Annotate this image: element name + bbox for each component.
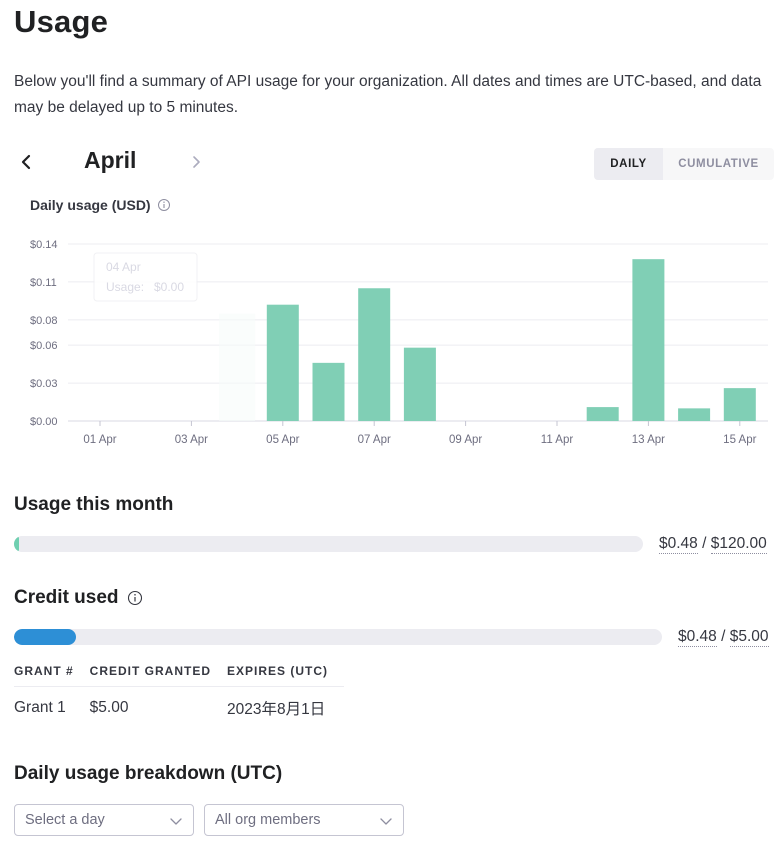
- breakdown-heading: Daily usage breakdown (UTC): [14, 763, 283, 784]
- daily-toggle-button[interactable]: DAILY: [594, 148, 663, 180]
- usage-separator: /: [702, 535, 707, 552]
- y-tick-label: $0.03: [30, 378, 58, 390]
- chart-bar[interactable]: [632, 259, 665, 421]
- chart-bar[interactable]: [312, 362, 345, 421]
- chart-bars: [266, 259, 756, 421]
- chart-bar[interactable]: [586, 407, 619, 421]
- chevron-down-icon: [170, 818, 182, 825]
- credit-granted-cell: $5.00: [89, 699, 129, 716]
- x-tick-label: 13 Apr: [632, 434, 665, 446]
- x-tick-label: 07 Apr: [358, 434, 391, 446]
- chart-bar[interactable]: [403, 347, 436, 421]
- expires-cell: 2023年8月1日: [227, 701, 326, 718]
- usage-this-month-heading: Usage this month: [14, 494, 174, 515]
- y-tick-label: $0.06: [30, 340, 58, 352]
- usage-limit-value: $120.00: [710, 535, 767, 554]
- chart-tooltip: 04 Apr Usage: $0.00: [93, 252, 256, 421]
- chevron-left-icon: [21, 154, 31, 170]
- chart-y-ticks: $0.14 $0.11 $0.08 $0.06 $0.03 $0.00: [30, 239, 58, 428]
- grant-number-header: GRANT #: [14, 664, 90, 687]
- credit-separator: /: [721, 628, 726, 645]
- credit-info-icon[interactable]: [127, 590, 143, 606]
- members-select[interactable]: All org members: [204, 804, 404, 836]
- daily-usage-chart: $0.14 $0.11 $0.08 $0.06 $0.03 $0.00 01 Apr 03 …: [30, 239, 768, 446]
- intro-text: Below you'll find a summary of API usage…: [14, 73, 762, 116]
- tooltip-date: 04 Apr: [106, 260, 141, 274]
- view-toggle: DAILY CUMULATIVE: [594, 148, 774, 180]
- next-month-button[interactable]: [184, 148, 208, 176]
- grants-table: GRANT # CREDIT GRANTED EXPIRES (UTC) Gra…: [14, 664, 345, 720]
- credit-granted-header: CREDIT GRANTED: [89, 664, 228, 687]
- credit-used-value: $0.48: [678, 628, 717, 647]
- x-tick-label: 09 Apr: [449, 434, 482, 446]
- chart-title-text: Daily usage (USD): [30, 197, 151, 213]
- usage-progress-bar: [14, 536, 643, 552]
- y-tick-label: $0.08: [30, 315, 58, 327]
- usage-used-value: $0.48: [659, 535, 698, 554]
- grant-number-cell: Grant 1: [14, 699, 66, 716]
- grants-header-row: GRANT # CREDIT GRANTED EXPIRES (UTC): [14, 664, 345, 687]
- x-tick-label: 03 Apr: [175, 434, 208, 446]
- expires-header: EXPIRES (UTC): [227, 664, 345, 687]
- day-select-placeholder: Select a day: [25, 812, 105, 828]
- info-icon[interactable]: [157, 198, 171, 212]
- credit-used-heading: Credit used: [14, 587, 143, 609]
- usage-progress-value: $0.48 / $120.00: [659, 535, 767, 554]
- day-select[interactable]: Select a day: [14, 804, 194, 836]
- prev-month-button[interactable]: [14, 148, 38, 176]
- month-label: April: [84, 147, 137, 173]
- page-title: Usage: [14, 4, 109, 39]
- credit-progress-fill: [14, 629, 77, 645]
- tooltip-value: $0.00: [154, 280, 184, 294]
- chart-bar[interactable]: [358, 288, 391, 421]
- month-navigation: April: [14, 146, 244, 180]
- usage-progress-fill: [14, 536, 19, 552]
- credit-used-title: Credit used: [14, 587, 119, 608]
- x-tick-label: 11 Apr: [541, 434, 574, 446]
- hover-column: [219, 313, 256, 421]
- credit-progress-bar: [14, 629, 662, 645]
- chart-bar[interactable]: [678, 408, 711, 421]
- x-tick-label: 05 Apr: [266, 434, 299, 446]
- tooltip-label: Usage:: [106, 280, 144, 294]
- chart-bar[interactable]: [266, 304, 299, 421]
- y-tick-label: $0.00: [30, 416, 58, 428]
- credit-total-value: $5.00: [729, 628, 769, 647]
- chevron-down-icon: [380, 818, 392, 825]
- table-row: Grant 1 $5.00 2023年8月1日: [14, 687, 344, 720]
- x-tick-label: 01 Apr: [83, 434, 116, 446]
- members-select-value: All org members: [215, 812, 321, 828]
- chevron-right-icon: [193, 156, 200, 168]
- x-tick-label: 15 Apr: [723, 434, 756, 446]
- y-tick-label: $0.11: [30, 277, 57, 289]
- y-tick-label: $0.14: [30, 239, 58, 251]
- credit-progress-value: $0.48 / $5.00: [678, 628, 769, 647]
- chart-x-ticks: 01 Apr 03 Apr 05 Apr 07 Apr 09 Apr 11 Apr 13 A…: [83, 421, 757, 446]
- chart-title: Daily usage (USD): [30, 197, 171, 213]
- cumulative-toggle-button[interactable]: CUMULATIVE: [663, 148, 774, 180]
- chart-bar[interactable]: [723, 388, 756, 421]
